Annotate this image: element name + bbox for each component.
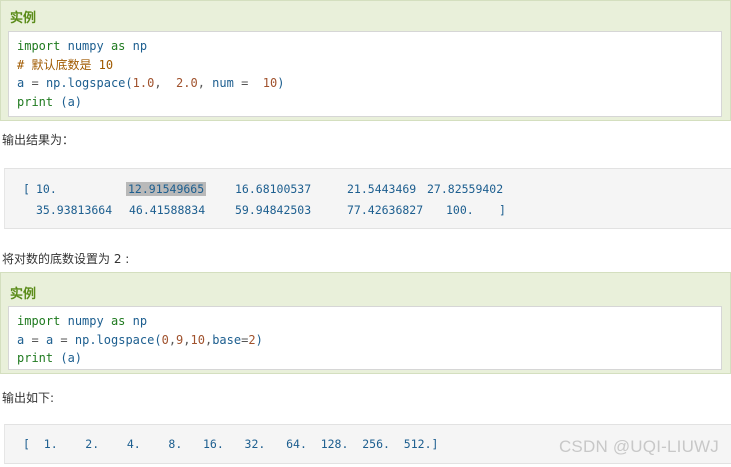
output-cell: 10.	[36, 182, 57, 196]
output-cell: 21.5443469	[347, 182, 417, 196]
code-line: import numpy as np	[17, 39, 148, 53]
output-cell: 77.42636827	[347, 203, 424, 217]
code-box-2: import numpy as np a = a = np.logspace(0…	[8, 306, 722, 370]
output-cell: 100.	[446, 203, 474, 217]
output-cell: 16.68100537	[235, 182, 312, 196]
code-line: print (a)	[17, 351, 83, 365]
output-cell: 27.82559402	[427, 182, 504, 196]
paragraph-base-setting: 将对数的底数设置为 2 :	[2, 252, 130, 266]
example-title-1: 实例	[10, 11, 37, 26]
paragraph-output-intro: 输出结果为：	[2, 133, 75, 147]
example-block-2: 实例 import numpy as np a = a = np.logspac…	[0, 272, 731, 374]
output-cell: ]	[499, 203, 506, 217]
code-line: a = np.logspace(1.0, 2.0, num = 10)	[17, 76, 285, 90]
output-cell: 46.41588834	[129, 203, 206, 217]
output-line: [ 1. 2. 4. 8. 16. 32. 64. 128. 256. 512.…	[23, 437, 439, 451]
output-cell-selected[interactable]: 12.91549665	[126, 182, 207, 196]
code-box-1: import numpy as np # 默认底数是 10 a = np.log…	[8, 31, 722, 117]
code-line: import numpy as np	[17, 314, 148, 328]
example-block-1: 实例 import numpy as np # 默认底数是 10 a = np.…	[0, 0, 731, 121]
output-cell: [	[23, 182, 30, 196]
paragraph-output-follows: 输出如下:	[2, 391, 55, 405]
output-block-1: [ 10. 12.91549665 16.68100537 21.5443469…	[4, 168, 731, 229]
code-line: a = a = np.logspace(0,9,10,base=2)	[17, 332, 263, 347]
output-cell: 35.93813664	[36, 203, 113, 217]
output-cell: 59.94842503	[235, 203, 312, 217]
watermark: CSDN @UQI-LIUWJ	[558, 437, 719, 456]
code-comment: # 默认底数是 10	[17, 57, 114, 72]
example-title-2: 实例	[10, 287, 37, 302]
code-line: print (a)	[17, 94, 83, 109]
